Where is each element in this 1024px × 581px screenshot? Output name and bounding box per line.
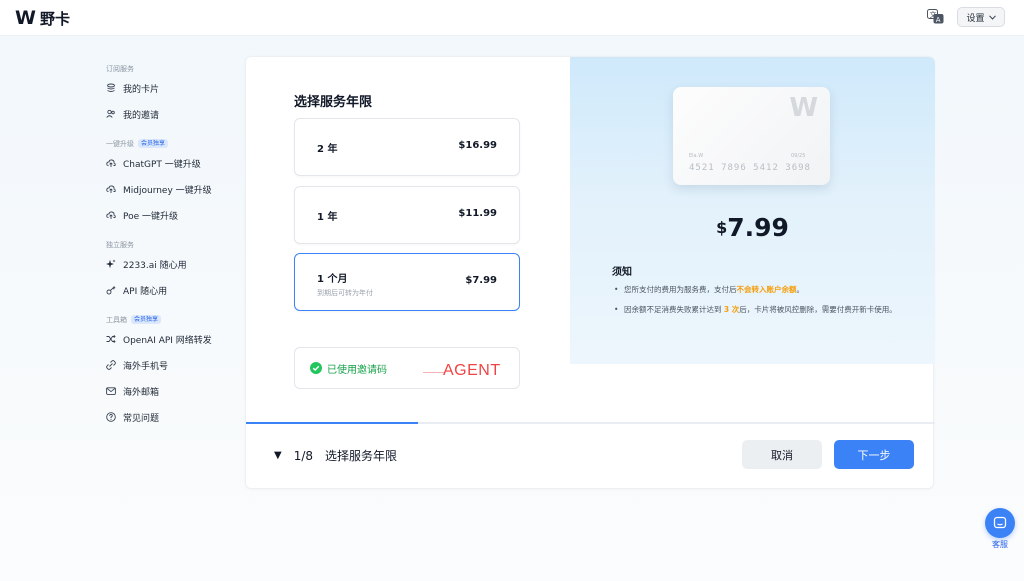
plan-price: $11.99 (458, 208, 497, 219)
agent-underline (423, 372, 445, 373)
step-counter: 1/8 (293, 448, 314, 463)
card-number: 4521 7896 5412 3698 (689, 163, 811, 173)
plan-option-1-month[interactable]: 1 个月 到期后可转为年付 $7.99 (294, 253, 520, 311)
price-currency: $ (716, 218, 728, 237)
help-icon (106, 412, 116, 422)
users-icon (106, 109, 116, 119)
selected-price: $7.99 (570, 213, 935, 242)
member-badge: 会员独享 (131, 315, 162, 324)
sidebar-item-label: 我的邀请 (123, 110, 160, 121)
notice-item: 您所支付的费用为服务费，支付后不会转入账户余额。 (612, 283, 902, 296)
sidebar-item-label: 2233.ai 随心用 (123, 260, 187, 271)
notice-text: 。 (796, 285, 805, 294)
sidebar-item-label: API 随心用 (123, 286, 168, 297)
settings-dropdown[interactable]: 设置 (957, 7, 1005, 27)
sidebar-item-api[interactable]: API 随心用 (106, 277, 236, 303)
card-expiry: 09/25 (791, 153, 806, 159)
sidebar-group-subscription: 订阅服务 (106, 62, 236, 75)
sidebar-item-label: 我的卡片 (123, 84, 160, 95)
sidebar-group-toolbox: 工具箱 会员独享 (106, 313, 236, 326)
caret-down-icon: ▼ (274, 450, 282, 461)
settings-label: 设置 (966, 13, 985, 24)
check-circle-icon (310, 362, 322, 374)
support-label: 客服 (992, 540, 1008, 549)
notice-text: 因余额不足消费失败累计达到 (624, 305, 724, 314)
plan-price: $7.99 (465, 275, 497, 286)
invite-code-status: 已使用邀请码 AGENT (294, 347, 520, 389)
sidebar-item-label: ChatGPT 一键升级 (123, 159, 201, 170)
sidebar-item-label: 海外手机号 (123, 361, 169, 372)
member-badge: 会员独享 (138, 139, 169, 148)
sidebar-item-phone[interactable]: 海外手机号 (106, 352, 236, 378)
notice-highlight: 3 次 (723, 305, 740, 314)
step-indicator[interactable]: ▼ 1/8 选择服务年限 (274, 447, 397, 464)
invite-status-text: 已使用邀请码 (327, 364, 387, 376)
sidebar-group-title: 订阅服务 (106, 64, 134, 73)
cancel-button[interactable]: 取消 (742, 440, 822, 469)
top-bar: W 野卡 文 A 设置 (0, 0, 1024, 36)
sidebar-group-title: 独立服务 (106, 240, 134, 249)
sidebar-group-title: 一键升级 (106, 139, 134, 148)
sparkle-icon (106, 259, 116, 269)
step-title: 选择服务年限 (325, 449, 398, 463)
cloud-upload-icon (106, 158, 116, 168)
sidebar-group-title: 工具箱 (106, 315, 127, 324)
cloud-upload-icon (106, 184, 116, 194)
svg-text:A: A (936, 16, 941, 24)
sidebar-item-faq[interactable]: 常见问题 (106, 404, 236, 430)
next-button[interactable]: 下一步 (834, 440, 914, 469)
plan-name: 1 年 (317, 212, 338, 223)
sidebar-item-label: OpenAI API 网络转发 (123, 335, 212, 346)
preview-panel: W Ela.W 09/25 4521 7896 5412 3698 $7.99 … (570, 57, 935, 364)
logo[interactable]: W 野卡 (15, 7, 70, 29)
shuffle-icon (106, 334, 116, 344)
card-logo: W (789, 93, 818, 123)
sidebar: 订阅服务 我的卡片 我的邀请 一键升级 会员独享 ChatGPT 一键升级 Mi… (106, 62, 236, 430)
sidebar-item-poe-upgrade[interactable]: Poe 一键升级 (106, 202, 236, 228)
sidebar-item-email[interactable]: 海外邮箱 (106, 378, 236, 404)
sidebar-item-label: Poe 一键升级 (123, 211, 179, 222)
sidebar-item-2233ai[interactable]: 2233.ai 随心用 (106, 251, 236, 277)
plan-option-1-year[interactable]: 1 年 $11.99 (294, 186, 520, 244)
plan-price: $16.99 (458, 140, 497, 151)
mail-icon (106, 386, 116, 396)
logo-mark: W (15, 7, 36, 29)
sidebar-item-my-cards[interactable]: 我的卡片 (106, 75, 236, 101)
virtual-card-preview: W Ela.W 09/25 4521 7896 5412 3698 (673, 87, 830, 185)
notice-highlight: 不会转入账户余额 (736, 285, 797, 294)
notice-text: 您所支付的费用为服务费，支付后 (624, 285, 737, 294)
sidebar-item-label: 常见问题 (123, 413, 160, 424)
sidebar-group-standalone: 独立服务 (106, 238, 236, 251)
plan-name: 1 个月 (317, 274, 348, 285)
sidebar-item-my-invites[interactable]: 我的邀请 (106, 101, 236, 127)
progress-bar (246, 422, 419, 424)
chat-icon[interactable] (985, 508, 1015, 538)
sidebar-item-midjourney-upgrade[interactable]: Midjourney 一键升级 (106, 176, 236, 202)
notice-text: 后，卡片将被风控删除，需要付费开新卡使用。 (739, 305, 897, 314)
sidebar-group-upgrade: 一键升级 会员独享 (106, 137, 236, 150)
sidebar-item-label: 海外邮箱 (123, 387, 160, 398)
panel-title: 选择服务年限 (294, 95, 373, 110)
app-name: 野卡 (39, 9, 70, 28)
translate-icon[interactable]: 文 A (927, 9, 944, 24)
plan-selection-panel: 选择服务年限 2 年 $16.99 1 年 $11.99 1 个月 到期后可转为… (294, 91, 522, 311)
agent-tag: AGENT (443, 362, 501, 379)
plan-name: 2 年 (317, 144, 338, 155)
notice-item: 因余额不足消费失败累计达到 3 次后，卡片将被风控删除，需要付费开新卡使用。 (612, 303, 902, 316)
purchase-wizard: 选择服务年限 2 年 $16.99 1 年 $11.99 1 个月 到期后可转为… (245, 56, 935, 489)
plan-note: 到期后可转为年付 (317, 289, 373, 297)
phone-icon (106, 360, 116, 370)
support-widget[interactable]: 客服 (985, 508, 1017, 550)
cloud-upload-icon (106, 210, 116, 220)
price-value: 7.99 (727, 213, 789, 242)
plan-option-2-years[interactable]: 2 年 $16.99 (294, 118, 520, 176)
cards-icon (106, 83, 116, 93)
chevron-down-icon (988, 14, 996, 20)
card-holder: Ela.W (689, 153, 704, 159)
sidebar-item-chatgpt-upgrade[interactable]: ChatGPT 一键升级 (106, 150, 236, 176)
sidebar-item-openai-proxy[interactable]: OpenAI API 网络转发 (106, 326, 236, 352)
notice-title: 须知 (612, 267, 632, 278)
sidebar-item-label: Midjourney 一键升级 (123, 185, 212, 196)
key-icon (106, 285, 116, 295)
